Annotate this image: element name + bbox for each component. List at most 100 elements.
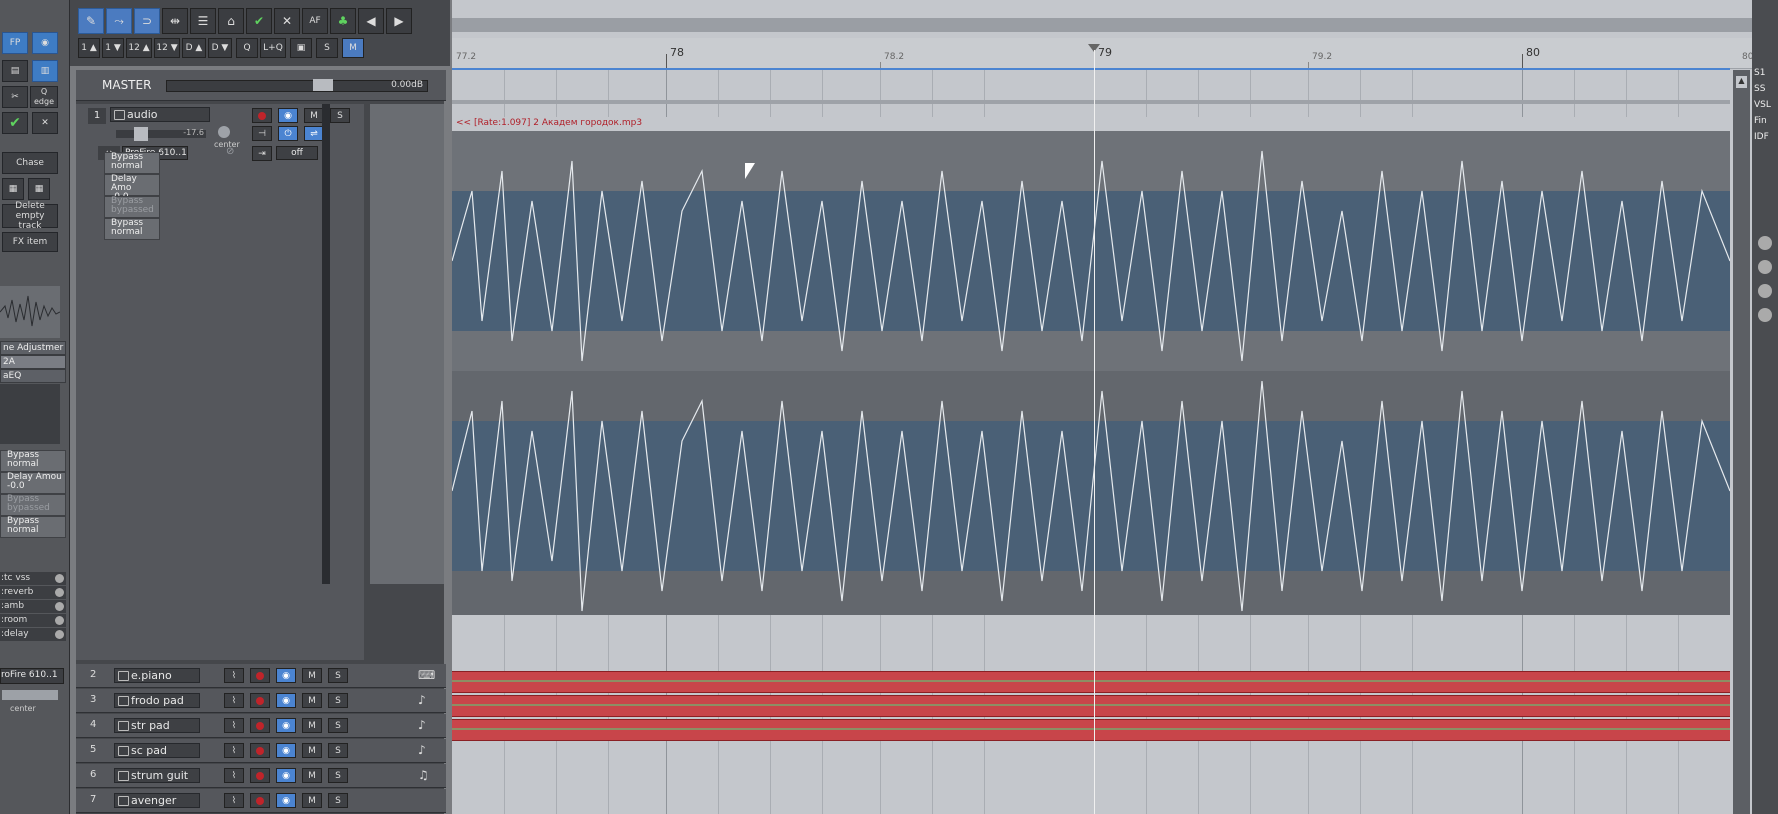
split-tool-icon[interactable]: ⇹: [162, 8, 188, 34]
mute-button[interactable]: M: [304, 108, 324, 123]
ripple-icon[interactable]: ▥: [32, 60, 58, 82]
track-fx-param[interactable]: Bypass bypassed: [104, 196, 160, 218]
phase-button[interactable]: ⊣: [252, 126, 272, 141]
knob[interactable]: [1758, 284, 1772, 298]
master-volume-slider[interactable]: 0.00dB: [166, 79, 428, 92]
fx-param[interactable]: Delay Amou -0.0: [0, 472, 66, 494]
scroll-up-icon[interactable]: ▲: [1736, 76, 1747, 88]
send-knob[interactable]: [55, 602, 64, 611]
grid-small-icon[interactable]: ▦: [28, 178, 50, 200]
check-icon[interactable]: ✔: [246, 8, 272, 34]
solo-button[interactable]: S: [328, 693, 348, 708]
send-row[interactable]: :tc vss: [0, 572, 66, 585]
prev-icon[interactable]: ◀: [358, 8, 384, 34]
record-arm-button[interactable]: [250, 693, 270, 708]
solo-button[interactable]: S: [328, 768, 348, 783]
knob[interactable]: [1758, 308, 1772, 322]
track-name-field[interactable]: e.piano: [114, 668, 200, 683]
next-icon[interactable]: ▶: [386, 8, 412, 34]
delete-empty-track-button[interactable]: Delete empty track: [2, 201, 58, 231]
record-arm-button[interactable]: [250, 718, 270, 733]
track-row[interactable]: 5 sc pad ⌇ ◉ M S ♪: [76, 739, 446, 763]
monitor-button[interactable]: ◉: [276, 693, 296, 708]
knob[interactable]: [1758, 236, 1772, 250]
midi-item[interactable]: [452, 719, 1730, 741]
env-icon[interactable]: ⌇: [224, 693, 244, 708]
af-button[interactable]: AF: [302, 8, 328, 34]
check-icon[interactable]: ✔: [2, 112, 28, 134]
track-row[interactable]: 7 avenger ⌇ ◉ M S: [76, 789, 446, 813]
track-row[interactable]: 6 strum guit ⌇ ◉ M S ♫: [76, 764, 446, 788]
vertical-scrollbar[interactable]: ▲: [1733, 70, 1750, 814]
midi-item[interactable]: [452, 671, 1730, 693]
device-select[interactable]: roFire 610..1: [0, 668, 64, 684]
monitor-button[interactable]: ◉: [276, 668, 296, 683]
record-arm-button[interactable]: [250, 768, 270, 783]
envelope-tool-icon[interactable]: ⤳: [106, 8, 132, 34]
record-arm-button[interactable]: [250, 668, 270, 683]
mute-button[interactable]: M: [302, 718, 322, 733]
env-icon[interactable]: ⌇: [224, 768, 244, 783]
nudge-button[interactable]: 1 ▼: [102, 38, 124, 58]
eye-close-icon[interactable]: ✕: [32, 112, 58, 134]
send-knob[interactable]: [55, 630, 64, 639]
env-icon[interactable]: ⌇: [224, 743, 244, 758]
mute-button[interactable]: M: [302, 768, 322, 783]
track-fx-param[interactable]: Bypass normal: [104, 152, 160, 174]
eye-close-icon[interactable]: ✕: [274, 8, 300, 34]
chase-button[interactable]: Chase: [2, 152, 58, 174]
send-row[interactable]: :reverb: [0, 586, 66, 599]
track-fx-param[interactable]: Bypass normal: [104, 218, 160, 240]
fx-item-button[interactable]: FX item: [2, 232, 58, 252]
pan-knob[interactable]: [218, 126, 230, 138]
mute-button[interactable]: M: [302, 743, 322, 758]
env-icon[interactable]: ⌇: [224, 718, 244, 733]
lq-button[interactable]: L+Q: [260, 38, 286, 58]
fx-list-item[interactable]: 2A: [0, 355, 66, 369]
record-arm-button[interactable]: [250, 793, 270, 808]
fx-param[interactable]: Bypass normal: [0, 450, 66, 472]
track-row[interactable]: 4 str pad ⌇ ◉ M S ♪: [76, 714, 446, 738]
m-button[interactable]: M: [342, 38, 364, 58]
solo-button[interactable]: S: [328, 793, 348, 808]
timeline-ruler[interactable]: 77.2 78 78.2 79 79.2 80 80: [452, 38, 1753, 69]
mute-button[interactable]: M: [302, 793, 322, 808]
shirt-icon[interactable]: ⌂: [218, 8, 244, 34]
env-icon[interactable]: ⌇: [224, 793, 244, 808]
tree-icon[interactable]: ♣: [330, 8, 356, 34]
automation-mode-select[interactable]: off: [276, 146, 318, 160]
snap-icon[interactable]: ◉: [32, 32, 58, 54]
solo-button[interactable]: S: [328, 718, 348, 733]
pan-slider[interactable]: [2, 690, 58, 700]
track-fx-param[interactable]: Delay Amo-0.0: [104, 174, 160, 202]
send-row[interactable]: :delay: [0, 628, 66, 641]
horizontal-scrollbar[interactable]: [452, 18, 1752, 32]
mute-button[interactable]: M: [302, 693, 322, 708]
track-name-field[interactable]: str pad: [114, 718, 200, 733]
nudge-button[interactable]: 12 ▲: [126, 38, 152, 58]
track-name-field[interactable]: audio: [110, 107, 210, 122]
quantize-button[interactable]: Q: [236, 38, 258, 58]
monitor-button[interactable]: ◉: [278, 108, 298, 123]
edge-button[interactable]: Q edge: [30, 86, 58, 108]
mute-button[interactable]: M: [302, 668, 322, 683]
track-row[interactable]: 2 e.piano ⌇ ◉ M S ⌨: [76, 664, 446, 688]
monitor-button[interactable]: ◉: [276, 793, 296, 808]
monitor-button[interactable]: ◉: [276, 743, 296, 758]
cursor-tool-icon[interactable]: ✎: [78, 8, 104, 34]
midi-item[interactable]: [452, 695, 1730, 717]
send-knob[interactable]: [55, 588, 64, 597]
track-name-field[interactable]: strum guit: [114, 768, 200, 783]
track-row[interactable]: 3 frodo pad ⌇ ◉ M S ♪: [76, 689, 446, 713]
folder-icon[interactable]: ▣: [290, 38, 312, 58]
tile-icon[interactable]: ▤: [2, 60, 28, 82]
fx-list-item[interactable]: ne Adjustmer: [0, 341, 66, 355]
nudge-button[interactable]: 1 ▲: [78, 38, 100, 58]
solo-button[interactable]: S: [328, 743, 348, 758]
fx-list-item[interactable]: aEQ: [0, 369, 66, 383]
solo-button[interactable]: S: [328, 668, 348, 683]
master-track[interactable]: MASTER 0.00dB: [76, 70, 446, 101]
monitor-button[interactable]: ◉: [276, 718, 296, 733]
track-name-field[interactable]: sc pad: [114, 743, 200, 758]
tools-icon[interactable]: ✂: [2, 86, 28, 108]
